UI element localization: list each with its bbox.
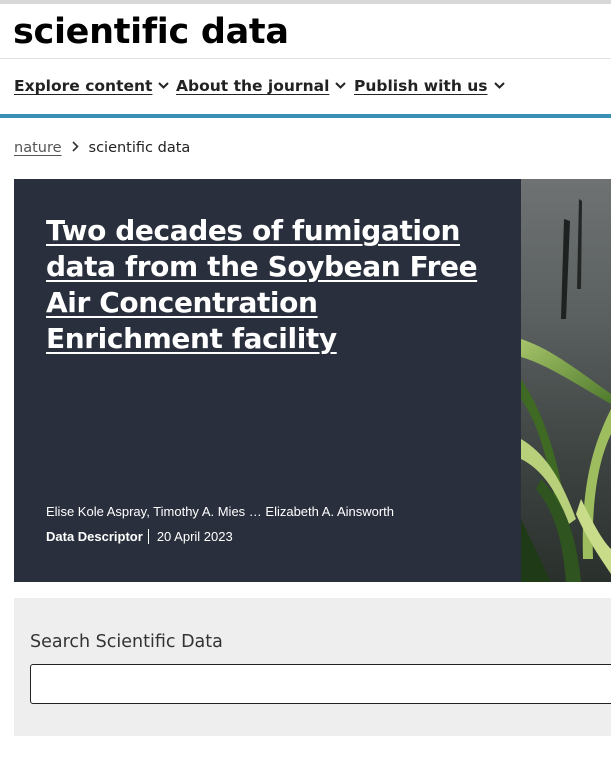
nav-publish-with-us-label: Publish with us bbox=[354, 77, 488, 95]
featured-article-panel: Two decades of fumigation data from the … bbox=[14, 179, 521, 582]
chevron-down-icon bbox=[158, 82, 170, 89]
nav-about-the-journal-label: About the journal bbox=[176, 77, 330, 95]
accent-bar bbox=[0, 114, 611, 118]
nav-explore-content-label: Explore content bbox=[14, 77, 153, 95]
logo-text-bold: data bbox=[200, 12, 289, 52]
article-type: Data Descriptor bbox=[46, 529, 149, 544]
featured-article: Two decades of fumigation data from the … bbox=[14, 179, 611, 582]
breadcrumb: nature scientific data bbox=[14, 140, 190, 156]
chevron-down-icon bbox=[335, 82, 347, 89]
nav-publish-with-us[interactable]: Publish with us bbox=[354, 77, 505, 95]
nav-explore-content[interactable]: Explore content bbox=[14, 77, 170, 95]
featured-article-image bbox=[521, 179, 611, 582]
breadcrumb-current: scientific data bbox=[88, 140, 191, 156]
nav-about-the-journal[interactable]: About the journal bbox=[176, 77, 347, 95]
journal-logo[interactable]: scientific data bbox=[13, 9, 289, 55]
search-label: Search Scientific Data bbox=[30, 632, 223, 652]
top-rule bbox=[0, 0, 611, 4]
search-input[interactable] bbox=[30, 664, 611, 704]
logo-text-light: scientific bbox=[13, 12, 189, 52]
publication-date: 20 April 2023 bbox=[156, 529, 233, 544]
main-nav: Explore content About the journal Publis… bbox=[0, 59, 611, 115]
featured-article-authors: Elise Kole Aspray, Timothy A. Mies … Eli… bbox=[46, 504, 395, 519]
breadcrumb-nature[interactable]: nature bbox=[14, 140, 62, 156]
featured-article-title[interactable]: Two decades of fumigation data from the … bbox=[46, 213, 496, 357]
search-panel: Search Scientific Data bbox=[14, 598, 611, 736]
chevron-right-icon bbox=[71, 140, 79, 156]
chevron-down-icon bbox=[493, 82, 505, 89]
featured-article-meta: Data Descriptor 20 April 2023 bbox=[46, 529, 233, 544]
